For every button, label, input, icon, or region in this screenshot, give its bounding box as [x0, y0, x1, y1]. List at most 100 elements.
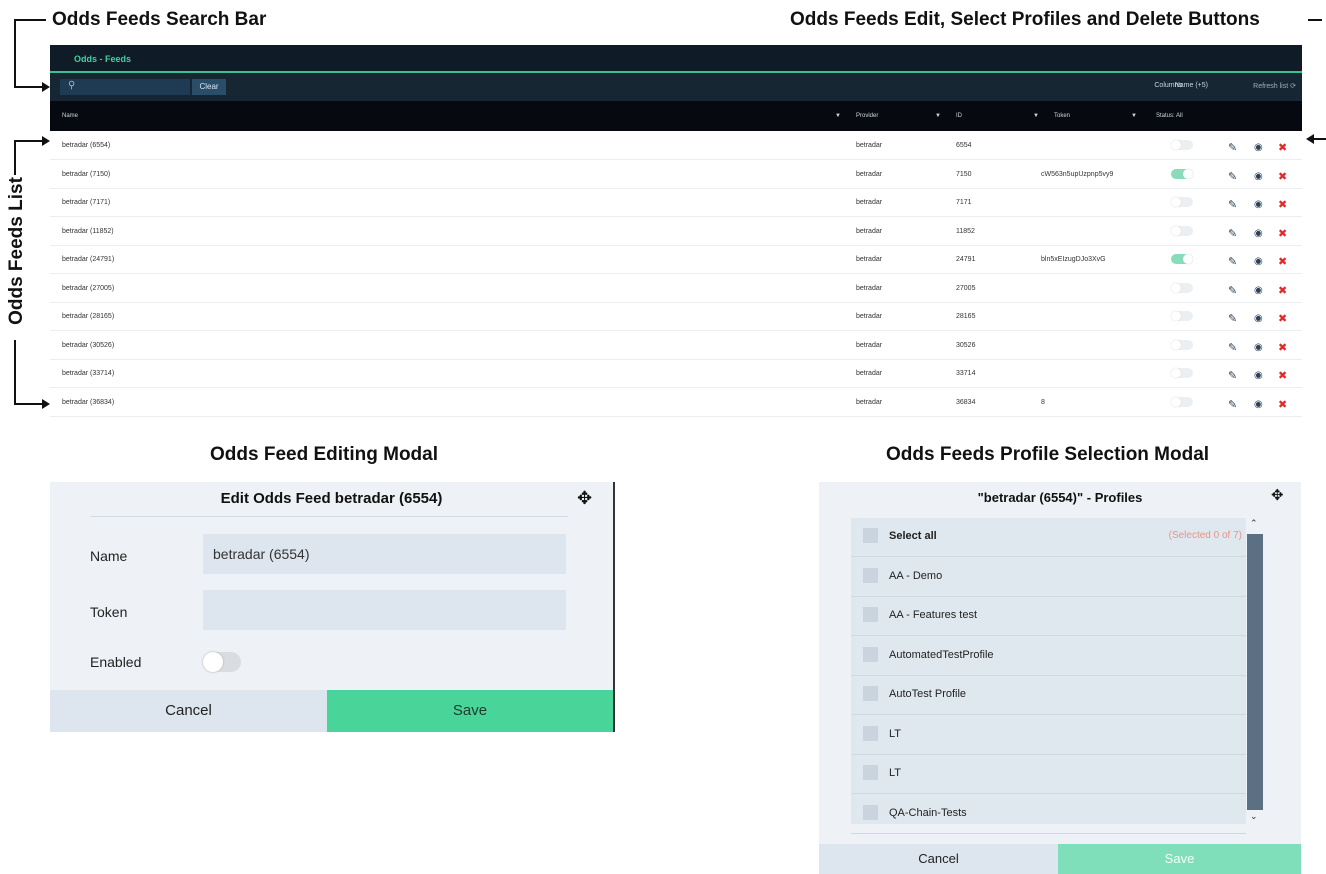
- save-button[interactable]: Save: [327, 690, 613, 732]
- profile-item[interactable]: AutomatedTestProfile: [851, 637, 1246, 676]
- cancel-button[interactable]: Cancel: [50, 690, 327, 732]
- profile-item[interactable]: AA - Features test: [851, 597, 1246, 636]
- chevron-down-icon[interactable]: ▼: [835, 113, 841, 119]
- edit-icon[interactable]: ✎: [1228, 199, 1237, 211]
- table-row[interactable]: betradar (6554) betradar 6554 ✎ ◉ ✖: [50, 131, 1302, 160]
- status-toggle[interactable]: [1171, 339, 1193, 350]
- profile-item[interactable]: LT: [851, 755, 1246, 794]
- table-row[interactable]: betradar (27005) betradar 27005 ✎ ◉ ✖: [50, 274, 1302, 303]
- name-field[interactable]: betradar (6554): [203, 534, 566, 574]
- edit-icon[interactable]: ✎: [1228, 256, 1237, 268]
- status-toggle[interactable]: [1171, 225, 1193, 236]
- chevron-down-icon[interactable]: ⌄: [1250, 811, 1258, 822]
- profiles-icon[interactable]: ◉: [1254, 313, 1263, 325]
- delete-icon[interactable]: ✖: [1278, 313, 1287, 325]
- search-input[interactable]: ⚲: [60, 79, 190, 95]
- delete-icon[interactable]: ✖: [1278, 171, 1287, 183]
- feed-id: 30526: [956, 341, 976, 349]
- move-icon[interactable]: ✥: [1271, 486, 1284, 504]
- profiles-icon[interactable]: ◉: [1254, 285, 1263, 297]
- clear-button[interactable]: Clear: [192, 79, 226, 95]
- status-toggle[interactable]: [1171, 254, 1193, 264]
- annotation-line: [1314, 138, 1326, 140]
- profile-checkbox[interactable]: [863, 725, 878, 741]
- delete-icon[interactable]: ✖: [1278, 228, 1287, 240]
- chevron-down-icon[interactable]: ▼: [1033, 113, 1039, 119]
- profile-item[interactable]: QA-Chain-Tests: [851, 795, 1246, 834]
- header-id[interactable]: ID: [956, 113, 962, 119]
- header-name[interactable]: Name: [62, 113, 78, 119]
- edit-icon[interactable]: ✎: [1228, 313, 1237, 325]
- delete-icon[interactable]: ✖: [1278, 199, 1287, 211]
- header-token[interactable]: Token: [1054, 113, 1070, 119]
- header-status[interactable]: Status: All: [1156, 113, 1183, 119]
- profile-label: QA-Chain-Tests: [889, 806, 967, 819]
- delete-icon[interactable]: ✖: [1278, 142, 1287, 154]
- edit-icon[interactable]: ✎: [1228, 370, 1237, 382]
- chevron-down-icon[interactable]: ▼: [935, 113, 941, 119]
- feed-name: betradar (28165): [62, 313, 115, 320]
- scrollbar[interactable]: ⌃ ⌄: [1246, 518, 1264, 824]
- token-field[interactable]: [203, 590, 566, 630]
- table-row[interactable]: betradar (30526) betradar 30526 ✎ ◉ ✖: [50, 331, 1302, 360]
- chevron-up-icon[interactable]: ⌃: [1250, 518, 1258, 529]
- profile-item[interactable]: AutoTest Profile: [851, 676, 1246, 715]
- cancel-button[interactable]: Cancel: [819, 844, 1058, 874]
- edit-icon[interactable]: ✎: [1228, 142, 1237, 154]
- profiles-icon[interactable]: ◉: [1254, 342, 1263, 354]
- table-row[interactable]: betradar (11852) betradar 11852 ✎ ◉ ✖: [50, 217, 1302, 246]
- table-row[interactable]: betradar (36834) betradar 36834 8 ✎ ◉ ✖: [50, 388, 1302, 417]
- edit-icon[interactable]: ✎: [1228, 171, 1237, 183]
- profile-checkbox[interactable]: [863, 804, 878, 820]
- edit-icon[interactable]: ✎: [1228, 342, 1237, 354]
- delete-icon[interactable]: ✖: [1278, 285, 1287, 297]
- select-all-checkbox[interactable]: [863, 528, 878, 543]
- chevron-down-icon[interactable]: ▼: [1131, 113, 1137, 119]
- profiles-icon[interactable]: ◉: [1254, 199, 1263, 211]
- refresh-list-button[interactable]: Refresh list ⟳: [1253, 82, 1296, 90]
- enabled-label: Enabled: [90, 654, 142, 670]
- edit-icon[interactable]: ✎: [1228, 228, 1237, 240]
- table-row[interactable]: betradar (33714) betradar 33714 ✎ ◉ ✖: [50, 359, 1302, 388]
- scroll-thumb[interactable]: [1247, 534, 1263, 810]
- profile-checkbox[interactable]: [863, 686, 878, 701]
- profiles-icon[interactable]: ◉: [1254, 228, 1263, 240]
- edit-icon[interactable]: ✎: [1228, 399, 1237, 411]
- select-all-item[interactable]: Select all (Selected 0 of 7): [851, 518, 1246, 557]
- table-row[interactable]: betradar (24791) betradar 24791 bln5xEIzugD…: [50, 245, 1302, 274]
- profiles-icon[interactable]: ◉: [1254, 399, 1263, 411]
- toggle-knob: [1171, 282, 1181, 293]
- status-toggle[interactable]: [1171, 197, 1193, 207]
- status-toggle[interactable]: [1171, 168, 1193, 179]
- save-button[interactable]: Save: [1058, 844, 1301, 874]
- delete-icon[interactable]: ✖: [1278, 256, 1287, 268]
- table-row[interactable]: betradar (7150) betradar 7150 cW563n5upUzpn…: [50, 160, 1302, 189]
- profile-checkbox[interactable]: [863, 765, 878, 780]
- columns-select[interactable]: Name (+5): [1175, 82, 1208, 89]
- status-toggle[interactable]: [1171, 396, 1193, 407]
- profiles-icon[interactable]: ◉: [1254, 256, 1263, 268]
- enabled-toggle[interactable]: [203, 652, 241, 672]
- profile-checkbox[interactable]: [863, 607, 878, 622]
- profile-item[interactable]: AA - Demo: [851, 558, 1246, 597]
- edit-icon[interactable]: ✎: [1228, 285, 1237, 297]
- profiles-icon[interactable]: ◉: [1254, 142, 1263, 154]
- annotation-search-bar: Odds Feeds Search Bar: [52, 9, 267, 30]
- status-toggle[interactable]: [1171, 140, 1193, 150]
- profile-checkbox[interactable]: [863, 646, 878, 662]
- profile-item[interactable]: LT: [851, 716, 1246, 755]
- status-toggle[interactable]: [1171, 311, 1193, 321]
- move-icon[interactable]: ✥: [577, 488, 592, 509]
- header-provider[interactable]: Provider: [856, 113, 878, 119]
- profile-checkbox[interactable]: [863, 567, 878, 583]
- delete-icon[interactable]: ✖: [1278, 370, 1287, 382]
- status-toggle[interactable]: [1171, 368, 1193, 378]
- toggle-knob: [1171, 396, 1181, 407]
- table-row[interactable]: betradar (7171) betradar 7171 ✎ ◉ ✖: [50, 188, 1302, 217]
- table-row[interactable]: betradar (28165) betradar 28165 ✎ ◉ ✖: [50, 302, 1302, 331]
- status-toggle[interactable]: [1171, 282, 1193, 293]
- profiles-icon[interactable]: ◉: [1254, 370, 1263, 382]
- delete-icon[interactable]: ✖: [1278, 342, 1287, 354]
- profiles-icon[interactable]: ◉: [1254, 171, 1263, 183]
- delete-icon[interactable]: ✖: [1278, 399, 1287, 411]
